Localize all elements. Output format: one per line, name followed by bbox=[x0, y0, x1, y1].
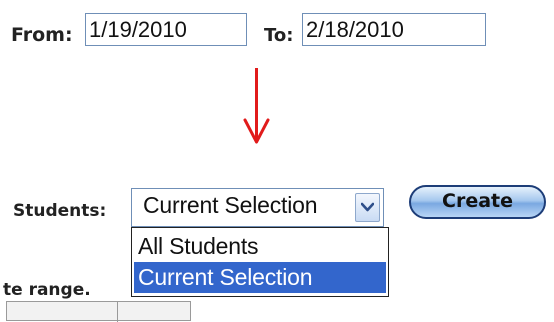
partial-control-divider bbox=[117, 302, 118, 322]
students-select-value: Current Selection bbox=[143, 192, 318, 218]
students-dropdown-list: All Students Current Selection bbox=[131, 227, 389, 297]
create-button[interactable]: Create bbox=[409, 185, 546, 219]
arrow-down-icon bbox=[243, 118, 270, 144]
chevron-down-icon bbox=[361, 202, 374, 212]
to-date-input[interactable] bbox=[302, 13, 486, 46]
students-label: Students: bbox=[13, 201, 107, 221]
select-dropdown-button[interactable] bbox=[355, 193, 380, 222]
to-label: To: bbox=[264, 25, 294, 46]
from-label: From: bbox=[11, 24, 73, 46]
students-select[interactable]: Current Selection bbox=[131, 188, 384, 227]
option-current-selection[interactable]: Current Selection bbox=[134, 262, 386, 293]
option-all-students[interactable]: All Students bbox=[134, 231, 386, 262]
partial-text: te range. bbox=[3, 280, 91, 300]
from-date-input[interactable] bbox=[85, 13, 247, 46]
partial-control[interactable] bbox=[6, 301, 191, 322]
